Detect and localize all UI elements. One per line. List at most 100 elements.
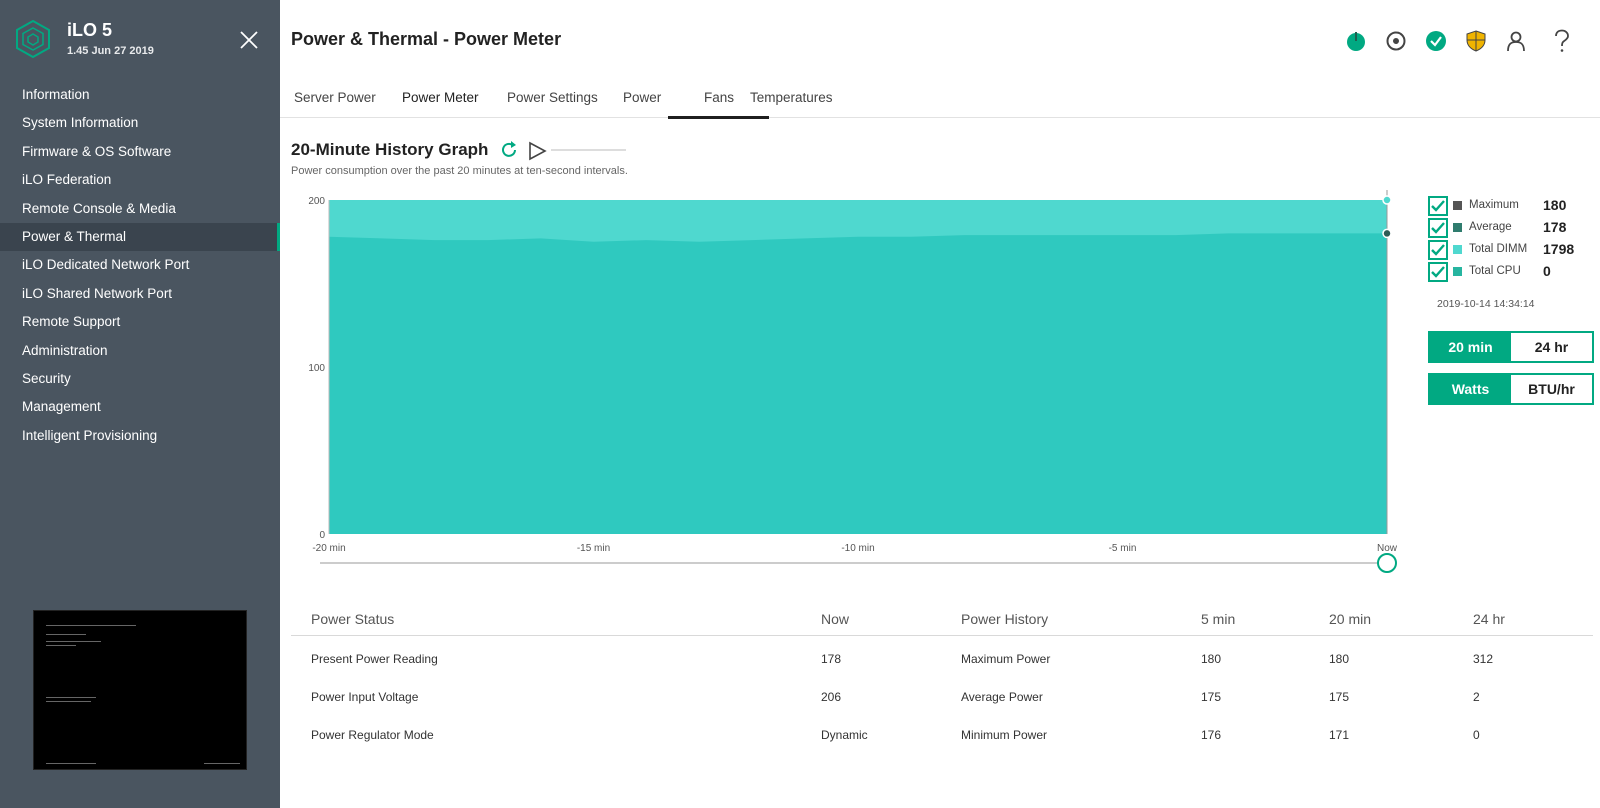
tab-bar: Server Power Power Meter Power Settings … <box>280 80 1600 119</box>
legend-item-maximum: Maximum 180 <box>1428 196 1600 216</box>
sidebar-nav: Information System Information Firmware … <box>0 81 280 450</box>
sidebar-item-remote-support[interactable]: Remote Support <box>0 308 280 336</box>
console-text-line <box>46 645 76 646</box>
unit-btu-button[interactable]: BTU/hr <box>1511 375 1592 403</box>
unit-watts-button[interactable]: Watts <box>1430 375 1511 403</box>
check-icon <box>1431 222 1445 234</box>
table-cell: 175 <box>1329 690 1350 704</box>
table-cell: 171 <box>1329 728 1350 742</box>
sidebar-item-information[interactable]: Information <box>0 81 280 109</box>
sidebar-item-ilo-federation[interactable]: iLO Federation <box>0 166 280 194</box>
legend-checkbox[interactable] <box>1428 218 1448 238</box>
remote-console-thumbnail[interactable] <box>33 610 247 770</box>
locate-icon[interactable] <box>1382 27 1410 55</box>
legend-value: 1798 <box>1543 241 1575 257</box>
legend-swatch <box>1453 267 1462 276</box>
table-cell: Power Input Voltage <box>311 690 419 704</box>
sidebar-item-remote-console-media[interactable]: Remote Console & Media <box>0 195 280 223</box>
tab-server-power[interactable]: Server Power <box>294 90 376 105</box>
legend-swatch <box>1453 245 1462 254</box>
user-icon[interactable] <box>1502 27 1530 55</box>
x-tick-label: Now <box>1377 543 1398 554</box>
tab-temperatures[interactable]: Temperatures <box>750 90 833 105</box>
play-icon[interactable] <box>527 141 547 161</box>
check-icon <box>1431 244 1445 256</box>
legend-checkbox[interactable] <box>1428 196 1448 216</box>
table-cell: 178 <box>821 652 842 666</box>
help-icon[interactable] <box>1548 27 1576 55</box>
active-tab-indicator <box>668 116 769 119</box>
sidebar-item-firmware-os-software[interactable]: Firmware & OS Software <box>0 138 280 166</box>
tab-fans[interactable]: Fans <box>704 90 734 105</box>
average-end-marker <box>1382 228 1392 239</box>
tab-power-meter[interactable]: Power Meter <box>402 90 479 105</box>
console-text-line <box>46 641 101 642</box>
range-24-hr-button[interactable]: 24 hr <box>1511 333 1592 361</box>
sidebar-item-shared-network-port[interactable]: iLO Shared Network Port <box>0 280 280 308</box>
x-tick-label: -15 min <box>577 543 610 554</box>
table-cell: Present Power Reading <box>311 652 438 666</box>
sidebar-item-security[interactable]: Security <box>0 365 280 393</box>
playback-track <box>551 149 626 151</box>
x-tick-label: -10 min <box>841 543 874 554</box>
check-icon <box>1431 266 1445 278</box>
table-cell: Minimum Power <box>961 728 1048 742</box>
graph-subtitle: Power consumption over the past 20 minut… <box>291 165 628 177</box>
console-text-line <box>204 763 240 764</box>
legend-value: 0 <box>1543 263 1551 279</box>
sidebar-item-dedicated-network-port[interactable]: iLO Dedicated Network Port <box>0 251 280 279</box>
table-cell: Power Regulator Mode <box>311 728 434 742</box>
legend-label: Maximum <box>1469 199 1519 211</box>
time-slider-handle[interactable] <box>1377 553 1397 573</box>
legend-label: Average <box>1469 221 1512 233</box>
x-tick-label: -20 min <box>312 543 345 554</box>
legend-item-average: Average 178 <box>1428 218 1600 238</box>
page-title: Power & Thermal - Power Meter <box>291 29 562 49</box>
legend-checkbox[interactable] <box>1428 262 1448 282</box>
check-icon <box>1431 200 1445 212</box>
power-icon[interactable] <box>1342 27 1370 55</box>
legend-item-total-dimm: Total DIMM 1798 <box>1428 240 1600 260</box>
sidebar-item-power-thermal[interactable]: Power & Thermal <box>0 222 280 252</box>
column-header: 5 min <box>1201 611 1236 627</box>
tab-power-settings[interactable]: Power Settings <box>507 90 598 105</box>
graph-title: 20-Minute History Graph <box>291 140 489 159</box>
sidebar-item-system-information[interactable]: System Information <box>0 109 280 137</box>
app-version: 1.45 Jun 27 2019 <box>67 45 154 57</box>
x-tick-label: -5 min <box>1109 543 1137 554</box>
legend-value: 180 <box>1543 197 1567 213</box>
table-header-row: Power Status Now Power History 5 min 20 … <box>291 603 1593 636</box>
refresh-icon[interactable] <box>499 140 519 160</box>
power-history-chart: 200 100 0 -20 min -15 min -10 min -5 min Now <box>308 190 1398 573</box>
time-range-toggle: 20 min 24 hr <box>1428 331 1594 363</box>
legend-checkbox[interactable] <box>1428 240 1448 260</box>
sidebar: iLO 5 1.45 Jun 27 2019 Information Syste… <box>0 0 280 808</box>
console-text-line <box>46 763 96 764</box>
legend-value: 178 <box>1543 219 1567 235</box>
table-cell: 180 <box>1201 652 1222 666</box>
sidebar-item-administration[interactable]: Administration <box>0 337 280 365</box>
sidebar-item-intelligent-provisioning[interactable]: Intelligent Provisioning <box>0 422 280 450</box>
sidebar-item-management[interactable]: Management <box>0 393 280 421</box>
y-tick-label: 0 <box>319 530 325 541</box>
tab-power[interactable]: Power <box>623 90 661 105</box>
table-cell: 0 <box>1473 728 1480 742</box>
column-header: Now <box>821 611 850 627</box>
legend-label: Total DIMM <box>1469 243 1528 255</box>
table-row: Power Input Voltage 206 Average Power 17… <box>291 674 1593 712</box>
legend-item-total-cpu: Total CPU 0 <box>1428 262 1600 282</box>
column-header: 20 min <box>1329 611 1372 627</box>
legend-timestamp: 2019-10-14 14:34:14 <box>1437 298 1535 310</box>
legend-label: Total CPU <box>1469 265 1521 277</box>
health-ok-icon[interactable] <box>1422 27 1450 55</box>
ilo-logo-icon <box>16 20 50 58</box>
table-cell: 180 <box>1329 652 1350 666</box>
column-header: Power Status <box>311 611 395 627</box>
header-toolbar <box>1330 27 1576 55</box>
table-cell: 2 <box>1473 690 1480 704</box>
table-cell: 312 <box>1473 652 1494 666</box>
range-20-min-button[interactable]: 20 min <box>1430 333 1511 361</box>
brand: iLO 5 1.45 Jun 27 2019 <box>16 20 266 60</box>
close-icon[interactable] <box>238 29 260 51</box>
security-shield-icon[interactable] <box>1462 27 1490 55</box>
